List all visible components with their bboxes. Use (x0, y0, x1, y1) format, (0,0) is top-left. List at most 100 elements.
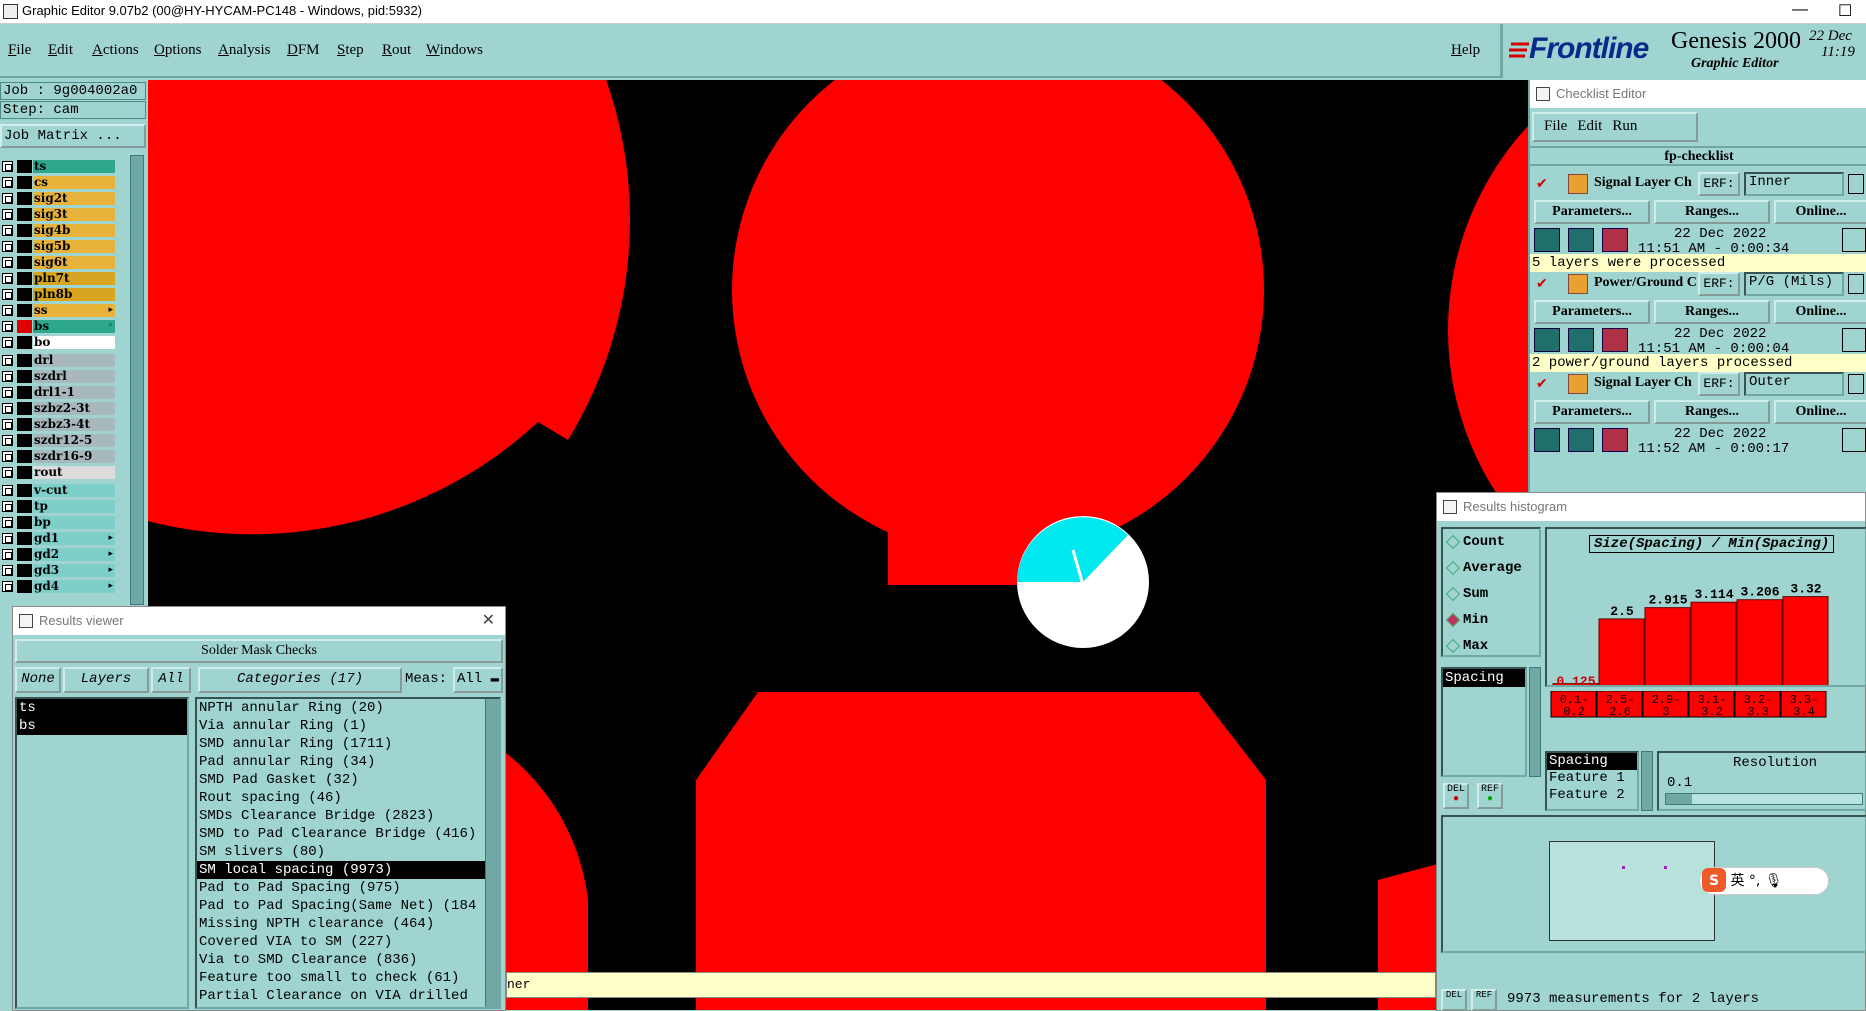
category-item[interactable]: NPTH annular Ring (20) (197, 699, 487, 717)
layer-color-swatch[interactable] (17, 450, 32, 463)
layer-color-swatch[interactable] (17, 320, 32, 333)
layer-checkbox[interactable] (2, 177, 13, 188)
layer-color-swatch[interactable] (17, 208, 32, 221)
layer-checkbox[interactable] (2, 209, 13, 220)
layer-name[interactable]: pln7t (33, 272, 115, 285)
layer-name[interactable]: sig5b (33, 240, 115, 253)
layer-color-swatch[interactable] (17, 580, 32, 593)
result-layer-item[interactable]: bs (17, 717, 187, 735)
layer-checkbox[interactable] (2, 193, 13, 204)
layer-name[interactable]: pln8b (33, 288, 115, 301)
category-item[interactable]: Missing NPTH clearance (464) (197, 915, 487, 933)
histogram-bar[interactable] (1644, 607, 1691, 687)
histogram-chart[interactable]: Size(Spacing) / Min(Spacing) 0.125 2.5 2.9… (1545, 527, 1866, 687)
layer-color-swatch[interactable] (17, 354, 32, 367)
run-icon[interactable] (1568, 228, 1594, 252)
layer-checkbox[interactable] (2, 581, 13, 592)
layer-name[interactable]: ts (33, 160, 115, 173)
category-item[interactable]: Pad annular Ring (34) (197, 753, 487, 771)
layer-checkbox[interactable] (2, 533, 13, 544)
layer-row-tp[interactable]: tp (0, 499, 118, 514)
layer-row-ss[interactable]: ss ▸ (0, 303, 118, 318)
layer-row-sig2t[interactable]: sig2t (0, 191, 118, 206)
layer-name[interactable]: szdr16-9 (33, 450, 115, 463)
measure-item[interactable]: Spacing (1443, 669, 1525, 687)
ranges-button[interactable]: Ranges... (1654, 400, 1770, 424)
layer-checkbox[interactable] (2, 273, 13, 284)
menu-edit[interactable]: Edit (48, 42, 73, 59)
erf-field[interactable]: P/G (Mils) (1744, 272, 1844, 296)
menu-actions[interactable]: Actions (92, 42, 139, 59)
ranges-button[interactable]: Ranges... (1654, 200, 1770, 224)
layer-color-swatch[interactable] (17, 160, 32, 173)
layer-name[interactable]: sig3t (33, 208, 115, 221)
layer-row-v-cut[interactable]: v-cut (0, 483, 118, 498)
layer-name[interactable]: drl1-1 (33, 386, 115, 399)
menu-help[interactable]: Help (1451, 42, 1480, 59)
ime-punct-icon[interactable]: °, (1749, 873, 1760, 889)
layer-color-swatch[interactable] (17, 224, 32, 237)
layer-name[interactable]: szdr12-5 (33, 434, 115, 447)
measure-scrollbar[interactable] (1529, 667, 1541, 777)
resolution-slider[interactable] (1665, 793, 1863, 805)
category-list[interactable]: NPTH annular Ring (20) Via annular Ring (… (195, 697, 501, 1009)
layer-checkbox[interactable] (2, 387, 13, 398)
layer-name[interactable]: cs (33, 176, 115, 189)
layer-color-swatch[interactable] (17, 402, 32, 415)
run-icon[interactable] (1534, 428, 1560, 452)
layer-color-swatch[interactable] (17, 548, 32, 561)
category-scrollbar[interactable] (485, 699, 499, 1007)
ime-toolbar[interactable]: S 英 °, 🎙 (1699, 867, 1829, 895)
detail-list[interactable]: Spacing Feature 1 Feature 2 (1545, 751, 1639, 811)
aggregate-option-sum[interactable]: Sum (1443, 581, 1539, 607)
layer-color-swatch[interactable] (17, 418, 32, 431)
layer-name[interactable]: drl (33, 354, 115, 367)
layer-color-swatch[interactable] (17, 240, 32, 253)
layer-checkbox[interactable] (2, 337, 13, 348)
menu-windows[interactable]: Windows (426, 42, 483, 59)
layer-checkbox[interactable] (2, 565, 13, 576)
run-icon[interactable] (1568, 428, 1594, 452)
category-item[interactable]: Covered VIA to SM (227) (197, 933, 487, 951)
erf-picker-icon[interactable] (1848, 274, 1864, 294)
layer-name[interactable]: szbz3-4t (33, 418, 115, 431)
menu-rout[interactable]: Rout (382, 42, 411, 59)
layer-checkbox[interactable] (2, 467, 13, 478)
layer-row-szbz2-3t[interactable]: szbz2-3t (0, 401, 118, 416)
layer-color-swatch[interactable] (17, 516, 32, 529)
layer-color-swatch[interactable] (17, 370, 32, 383)
layer-color-swatch[interactable] (17, 484, 32, 497)
category-item[interactable]: Pad to Pad Spacing(Same Net) (184 (197, 897, 487, 915)
layer-color-swatch[interactable] (17, 466, 32, 479)
del-button[interactable]: DEL ● (1443, 783, 1469, 809)
layer-row-bo[interactable]: bo (0, 335, 118, 350)
layer-color-swatch[interactable] (17, 434, 32, 447)
category-item[interactable]: SMDs Clearance Bridge (2823) (197, 807, 487, 825)
layer-checkbox[interactable] (2, 225, 13, 236)
run-icon[interactable] (1602, 428, 1628, 452)
layer-name[interactable]: v-cut (33, 484, 115, 497)
layer-checkbox[interactable] (2, 501, 13, 512)
layer-row-cs[interactable]: cs (0, 175, 118, 190)
layer-checkbox[interactable] (2, 355, 13, 366)
online-button[interactable]: Online... (1774, 400, 1866, 424)
online-button[interactable]: Online... (1774, 300, 1866, 324)
layer-result-list[interactable]: ts bs (15, 697, 189, 1009)
ref-button[interactable]: REF ● (1477, 783, 1503, 809)
layer-color-swatch[interactable] (17, 256, 32, 269)
category-item[interactable]: Via annular Ring (1) (197, 717, 487, 735)
layer-name[interactable]: gd1 ▸ (33, 532, 115, 545)
meas-dropdown[interactable]: All ▬ (453, 667, 503, 693)
layer-checkbox[interactable] (2, 549, 13, 560)
layer-row-gd1[interactable]: gd1 ▸ (0, 531, 118, 546)
checklist-menu-file[interactable]: File (1544, 116, 1567, 136)
layer-row-ts[interactable]: ts (0, 159, 118, 174)
all-button[interactable]: All (151, 667, 191, 693)
layer-color-swatch[interactable] (17, 176, 32, 189)
board-preview[interactable] (1549, 841, 1715, 941)
categories-button[interactable]: Categories (17) (198, 667, 402, 693)
aggregate-option-min[interactable]: Min (1443, 607, 1539, 633)
check-enabled-icon[interactable]: ✔ (1536, 176, 1548, 192)
layer-checkbox[interactable] (2, 485, 13, 496)
detail-item[interactable]: Feature 1 (1547, 770, 1637, 787)
